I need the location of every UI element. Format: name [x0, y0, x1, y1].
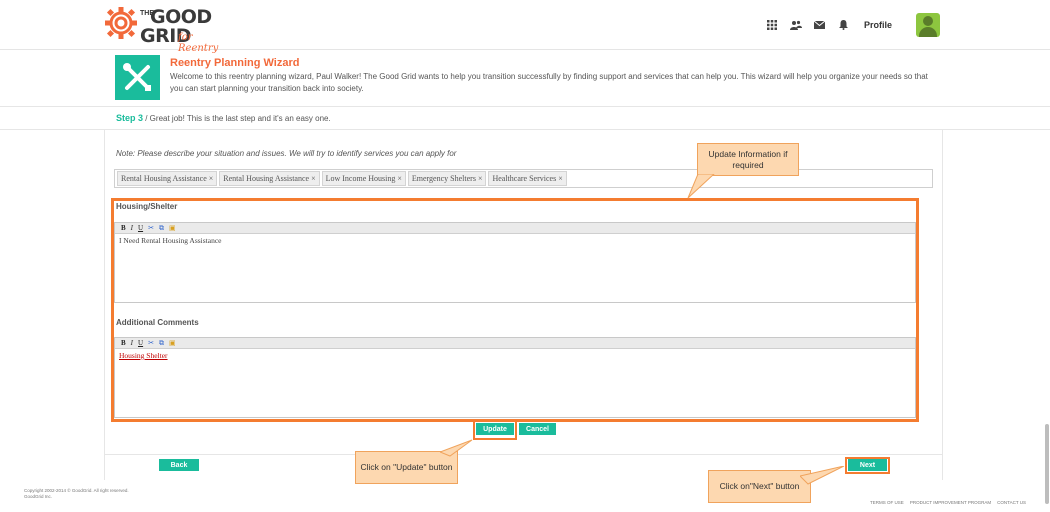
divider: [0, 129, 1050, 130]
logo-the: THE: [140, 10, 154, 17]
footer-copyright: Copyright 2002-2014 © GoodGrid. All righ…: [24, 488, 129, 500]
instruction-note: Note: Please describe your situation and…: [116, 149, 457, 158]
copy-icon[interactable]: ⧉: [159, 224, 164, 233]
housing-section-label: Housing/Shelter: [116, 202, 178, 211]
logo[interactable]: THE GOOD GRID for Reentry: [104, 4, 224, 54]
wizard-title: Reentry Planning Wizard: [170, 57, 300, 69]
cut-icon[interactable]: ✂: [148, 224, 154, 233]
page-scrollbar[interactable]: [1045, 424, 1049, 504]
tag-remove-icon[interactable]: ×: [397, 174, 402, 183]
wizard-intro: Welcome to this reentry planning wizard,…: [170, 72, 928, 93]
contact-link[interactable]: CONTACT US: [997, 500, 1026, 505]
italic-button[interactable]: I: [131, 339, 133, 348]
next-button[interactable]: Next: [848, 459, 887, 471]
cancel-button[interactable]: Cancel: [519, 423, 556, 435]
tag[interactable]: Low Income Housing ×: [321, 171, 406, 186]
tag-label: Low Income Housing: [325, 174, 396, 183]
italic-button[interactable]: I: [131, 224, 133, 233]
product-improvement-link[interactable]: PRODUCT IMPROVEMENT PROGRAM: [910, 500, 991, 505]
terms-link[interactable]: TERMS OF USE: [870, 500, 904, 505]
bold-button[interactable]: B: [121, 339, 126, 348]
underline-button[interactable]: U: [138, 224, 143, 233]
callout-pointer: [800, 466, 845, 485]
bell-icon[interactable]: [838, 19, 850, 31]
step-indicator: Step 3 / Great job! This is the last ste…: [116, 113, 331, 123]
back-button[interactable]: Back: [159, 459, 199, 471]
avatar-body: [919, 27, 937, 37]
copy-icon[interactable]: ⧉: [159, 339, 164, 348]
gear-logo-icon: [105, 7, 137, 39]
update-info-callout: Update Information if required: [697, 143, 799, 176]
comments-section-label: Additional Comments: [116, 318, 199, 327]
footer-links: TERMS OF USE PRODUCT IMPROVEMENT PROGRAM…: [870, 500, 1026, 505]
paste-icon[interactable]: ▣: [169, 224, 176, 233]
callout-pointer: [687, 174, 715, 199]
tag[interactable]: Rental Housing Assistance ×: [219, 171, 320, 186]
tag-remove-icon[interactable]: ×: [558, 174, 563, 183]
cut-icon[interactable]: ✂: [148, 339, 154, 348]
profile-link[interactable]: Profile: [864, 20, 892, 30]
tag-remove-icon[interactable]: ×: [209, 174, 214, 183]
tag-label: Healthcare Services: [492, 174, 557, 183]
click-next-callout: Click on"Next" button: [708, 470, 811, 503]
tag[interactable]: Rental Housing Assistance ×: [117, 171, 218, 186]
step-text: / Great job! This is the last step and i…: [143, 114, 331, 123]
user-avatar[interactable]: [916, 13, 940, 37]
tags-input[interactable]: Rental Housing Assistance × Rental Housin…: [114, 169, 933, 188]
editor-toolbar: B I U ✂ ⧉ ▣: [115, 223, 915, 234]
tag[interactable]: Emergency Shelters ×: [407, 171, 487, 186]
comments-text[interactable]: Housing Shelter: [115, 349, 915, 362]
comments-editor[interactable]: B I U ✂ ⧉ ▣ Housing Shelter: [114, 337, 916, 418]
paste-icon[interactable]: ▣: [169, 339, 176, 348]
top-nav: Profile: [766, 14, 938, 36]
tag-label: Rental Housing Assistance: [121, 174, 207, 183]
tag[interactable]: Healthcare Services ×: [488, 171, 567, 186]
wizard-banner: Reentry Planning Wizard Welcome to this …: [104, 52, 942, 104]
tag-remove-icon[interactable]: ×: [311, 174, 316, 183]
top-header: THE GOOD GRID for Reentry Profile: [0, 0, 1050, 54]
tag-label: Rental Housing Assistance: [223, 174, 310, 183]
housing-editor[interactable]: B I U ✂ ⧉ ▣ I Need Rental Housing Assist…: [114, 222, 916, 303]
mail-icon[interactable]: [814, 19, 826, 31]
logo-good: GOOD: [150, 6, 212, 28]
content-border-left: [104, 130, 105, 480]
step-label: Step 3: [116, 113, 144, 123]
content-border-right: [942, 130, 943, 480]
tag-label: Emergency Shelters: [411, 174, 476, 183]
underline-button[interactable]: U: [138, 339, 143, 348]
avatar-head: [923, 16, 933, 26]
housing-text[interactable]: I Need Rental Housing Assistance: [115, 234, 915, 247]
divider: [0, 106, 1050, 107]
tag-remove-icon[interactable]: ×: [478, 174, 483, 183]
bold-button[interactable]: B: [121, 224, 126, 233]
grid-icon[interactable]: [766, 19, 778, 31]
divider: [104, 454, 943, 455]
editor-toolbar: B I U ✂ ⧉ ▣: [115, 338, 915, 349]
update-button[interactable]: Update: [476, 423, 514, 435]
callout-pointer: [440, 439, 473, 457]
tools-icon: [115, 55, 160, 100]
company-text: GoodGrid Inc.: [24, 494, 53, 499]
logo-subtitle: for Reentry: [178, 32, 219, 54]
users-icon[interactable]: [789, 19, 802, 31]
